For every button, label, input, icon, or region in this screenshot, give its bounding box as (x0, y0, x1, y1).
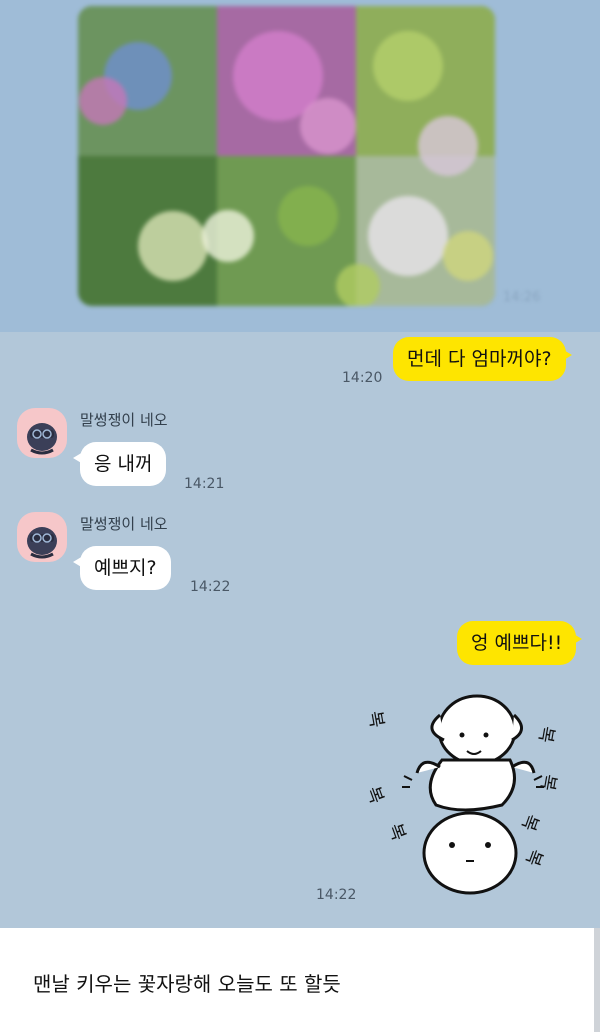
sticker-text: 복 (534, 724, 558, 744)
sticker-text: 복 (536, 772, 560, 792)
sticker-text: 복 (362, 784, 387, 807)
sender-name: 말썽쟁이 네오 (80, 515, 168, 533)
sticker-text: 복 (384, 821, 409, 844)
bunny-stack-sticker-icon[interactable]: 복 복 복 복 복 복 복 (362, 685, 562, 900)
sticker-drawing: 복 복 복 복 복 복 복 (362, 694, 560, 895)
message-time: 14:22 (316, 887, 357, 903)
my-message-bubble[interactable]: 엉 예쁘다!! (457, 621, 583, 665)
other-message-bubble[interactable]: 예쁘지? (73, 546, 171, 590)
flower-photo[interactable] (78, 6, 495, 306)
neo-avatar[interactable] (17, 408, 67, 458)
sticker-text: 복 (364, 709, 388, 729)
message-time: 14:21 (184, 476, 225, 492)
sender-name: 말썽쟁이 네오 (80, 411, 168, 429)
other-message-bubble[interactable]: 응 내꺼 (72, 442, 167, 486)
neo-character-icon (27, 527, 57, 559)
photo-time: 14:26 (503, 290, 541, 305)
message-time: 14:22 (190, 579, 231, 595)
sticker-text: 복 (517, 811, 542, 834)
my-message-bubble[interactable]: 먼데 다 엄마꺼야? (393, 337, 572, 381)
neo-character-icon (27, 423, 57, 455)
post-caption: 맨날 키우는 꽃자랑해 오늘도 또 할듯 (33, 972, 341, 996)
scrollbar[interactable] (594, 928, 600, 1032)
sticker-text: 복 (521, 846, 546, 869)
chat-area: 14:26 14:20 먼데 다 엄마꺼야? 말썽쟁이 네오 응 내꺼 14:2… (0, 0, 600, 928)
message-time: 14:20 (342, 370, 383, 386)
neo-avatar[interactable] (17, 512, 67, 562)
flower-photo-image (78, 6, 495, 306)
